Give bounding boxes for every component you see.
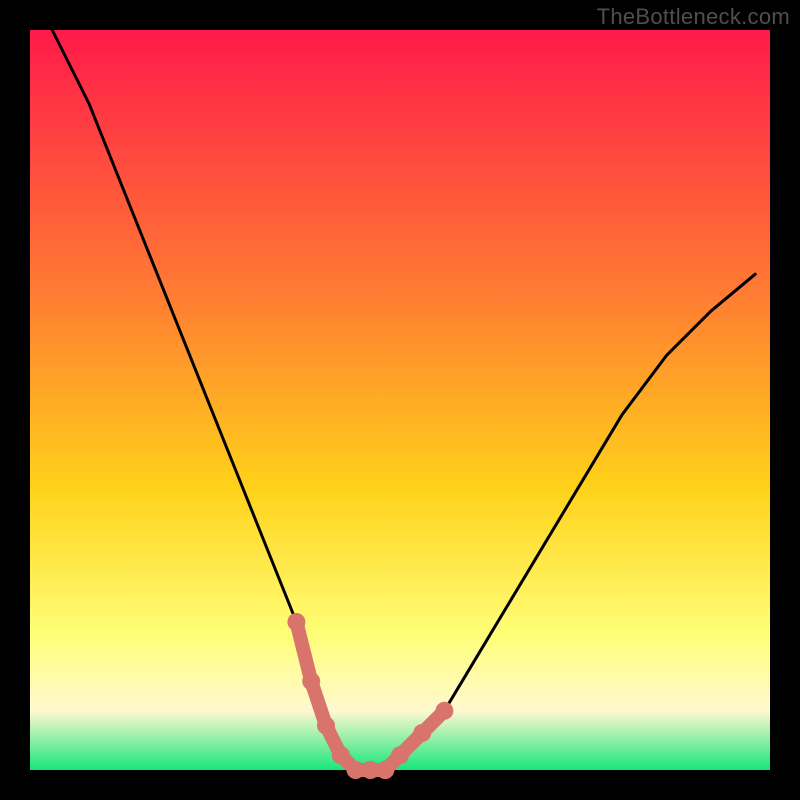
highlight-dot xyxy=(317,717,335,735)
highlight-dot xyxy=(413,724,431,742)
highlight-dot xyxy=(391,746,409,764)
highlight-dot xyxy=(332,746,350,764)
gradient-background xyxy=(30,30,770,770)
chart-stage: TheBottleneck.com xyxy=(0,0,800,800)
watermark-label: TheBottleneck.com xyxy=(597,4,790,30)
highlight-dot xyxy=(287,613,305,631)
bottleneck-chart xyxy=(0,0,800,800)
highlight-dot xyxy=(376,761,394,779)
highlight-dot xyxy=(302,672,320,690)
highlight-dot xyxy=(435,702,453,720)
